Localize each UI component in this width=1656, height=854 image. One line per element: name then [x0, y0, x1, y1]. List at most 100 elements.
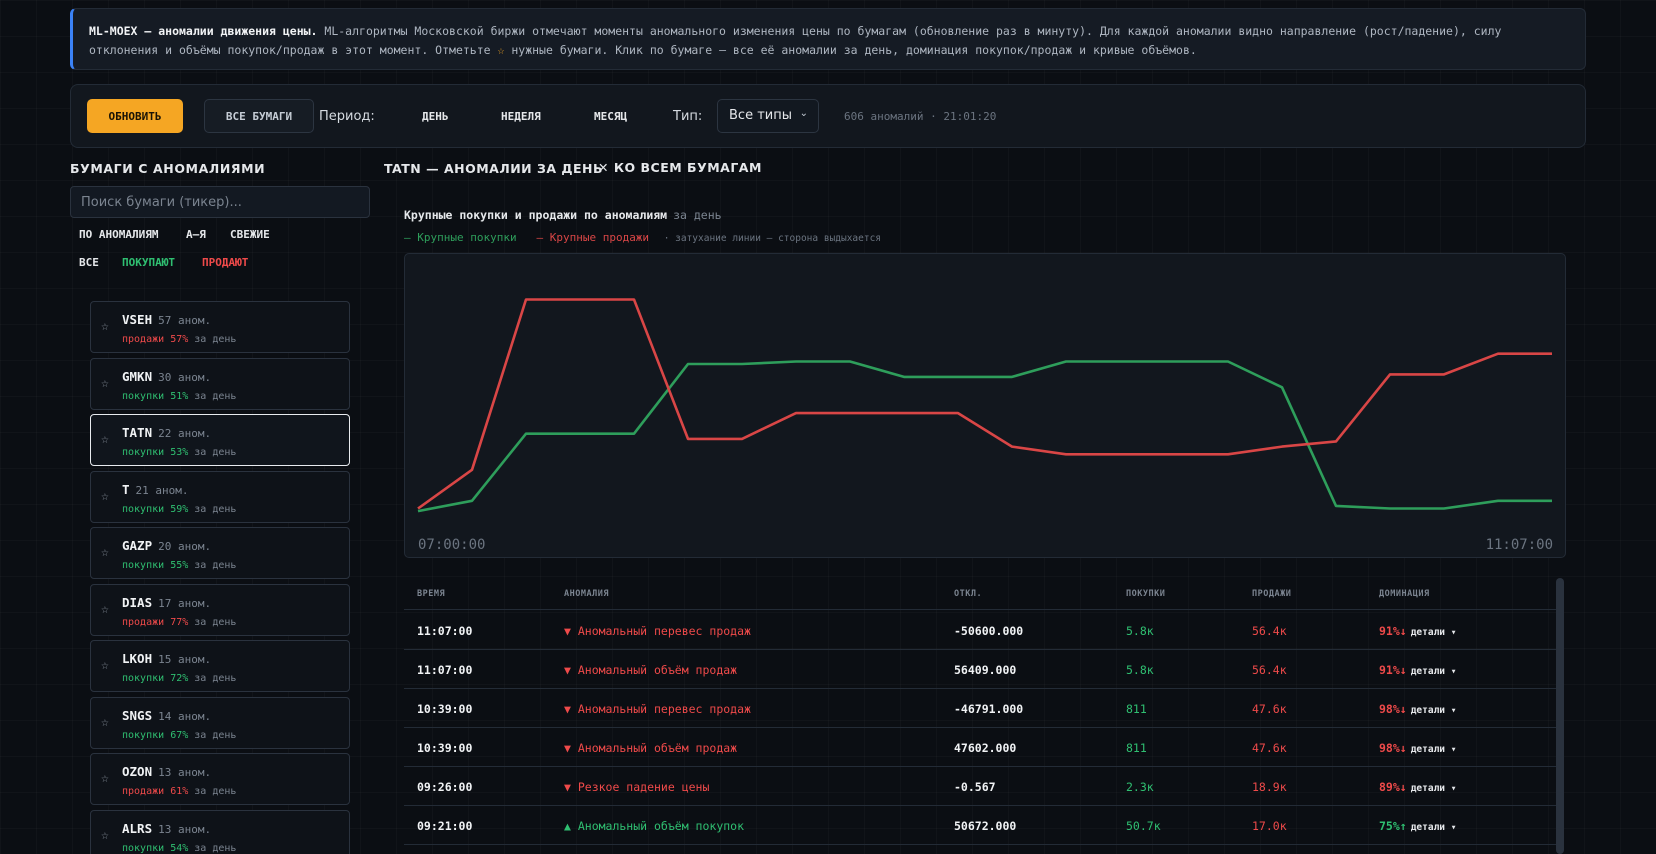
security-dominance: покупки 53% за день — [122, 447, 237, 458]
row-deviation: -50600.000 — [954, 624, 1024, 638]
row-deviation: 50672.000 — [954, 819, 1017, 833]
star-icon[interactable]: ☆ — [101, 828, 109, 843]
star-icon[interactable]: ☆ — [101, 658, 109, 673]
security-item-vseh[interactable]: ☆ VSEH 57 аном. продажи 57% за день — [90, 301, 350, 353]
row-deviation: -0.567 — [954, 780, 996, 794]
security-ticker: GAZP 20 аном. — [122, 538, 212, 553]
filter-all[interactable]: ВСЕ — [79, 256, 99, 269]
security-item-dias[interactable]: ☆ DIAS 17 аном. продажи 77% за день — [90, 583, 350, 636]
table-scrollbar[interactable] — [1556, 578, 1564, 854]
security-ticker: TATN 22 аном. — [122, 425, 212, 440]
series-line-sells — [417, 298, 1552, 510]
sort-alphabetical[interactable]: А–Я — [186, 228, 206, 241]
security-dominance: покупки 51% за день — [122, 390, 237, 402]
refresh-button[interactable]: ОБНОВИТЬ — [87, 99, 183, 133]
security-dominance: покупки 72% за день — [122, 673, 237, 684]
star-icon[interactable]: ☆ — [101, 376, 109, 391]
star-icon[interactable]: ☆ — [101, 602, 109, 617]
row-dominance: 98%↓ детали ▾ — [1379, 702, 1457, 716]
security-item-tatn[interactable]: ☆ TATN 22 аном. покупки 53% за день — [90, 414, 350, 466]
period-month-button[interactable]: МЕСЯЦ — [594, 110, 627, 123]
search-input[interactable] — [70, 186, 370, 218]
type-label: Тип: — [673, 109, 703, 124]
row-dominance: 89%↓ детали ▾ — [1379, 780, 1457, 794]
security-dominance: продажи 77% за день — [122, 616, 237, 628]
row-time: 11:07:00 — [417, 624, 473, 638]
chart-legend: — Крупные покупки — Крупные продажи · за… — [404, 231, 881, 244]
period-week-button[interactable]: НЕДЕЛЯ — [501, 110, 541, 123]
security-ticker: ALRS 13 аном. — [122, 820, 212, 836]
period-day-button[interactable]: ДЕНЬ — [422, 110, 449, 123]
row-sells: 56.4к — [1252, 624, 1287, 638]
row-time: 09:21:00 — [417, 819, 473, 833]
details-button[interactable]: детали ▾ — [1411, 744, 1457, 755]
star-icon[interactable]: ☆ — [101, 319, 109, 334]
row-time: 10:39:00 — [417, 741, 473, 755]
details-button[interactable]: детали ▾ — [1411, 705, 1457, 716]
table-row[interactable]: 11:07:00 ▼ Аномальный объём продаж 56409.0… — [404, 650, 1556, 689]
row-time: 09:26:00 — [417, 780, 473, 794]
star-icon[interactable]: ☆ — [101, 432, 109, 447]
sort-recent[interactable]: СВЕЖИЕ — [230, 228, 270, 241]
security-dominance: продажи 57% за день — [122, 334, 237, 345]
banner-text-end: нужные бумаги. Клик по бумаге — все её а… — [504, 43, 1197, 57]
sort-by-anomalies[interactable]: ПО АНОМАЛИЯМ — [79, 228, 158, 241]
star-icon[interactable]: ☆ — [101, 489, 109, 504]
filter-selling[interactable]: ПРОДАЮТ — [202, 256, 248, 269]
security-dominance: покупки 54% за день — [122, 842, 237, 854]
table-row[interactable]: 10:39:00 ▼ Аномальный перевес продаж -4679… — [404, 689, 1556, 728]
chart-title-text: Крупные покупки и продажи по аномалиям — [404, 208, 668, 222]
row-anomaly: ▼ Резкое падение цены — [564, 780, 710, 794]
row-anomaly: ▼ Аномальный перевес продаж — [564, 624, 751, 638]
security-item-lkoh[interactable]: ☆ LKOH 15 аном. покупки 72% за день — [90, 640, 350, 692]
table-row[interactable]: 09:26:00 ▼ Резкое падение цены -0.567 2.3к 1… — [404, 767, 1556, 806]
col-anomaly: АНОМАЛИЯ — [564, 589, 609, 599]
row-dominance: 98%↓ детали ▾ — [1379, 741, 1457, 755]
x-axis-start-label: 07:00:00 — [418, 537, 486, 553]
star-icon[interactable]: ☆ — [101, 715, 109, 730]
info-banner: ML-MOEX — аномалии движения цены. ML-алг… — [70, 8, 1586, 70]
legend-sell: Крупные продажи — [549, 231, 650, 244]
row-buys: 2.3к — [1126, 780, 1154, 794]
row-buys: 5.8к — [1126, 663, 1154, 677]
star-icon[interactable]: ☆ — [101, 545, 109, 560]
security-item-gmkn[interactable]: ☆ GMKN 30 аном. покупки 51% за день — [90, 357, 350, 410]
row-sells: 17.0к — [1252, 819, 1287, 833]
row-sells: 56.4к — [1252, 663, 1287, 677]
row-deviation: 56409.000 — [954, 663, 1017, 677]
security-ticker: DIAS 17 аном. — [122, 594, 212, 610]
chevron-down-icon: ⌄ — [799, 108, 808, 119]
legend-note: · затухание линии — сторона выдыхается — [663, 233, 882, 244]
row-dominance: 75%↑ детали ▾ — [1379, 819, 1457, 833]
legend-sell-icon: — — [536, 231, 544, 244]
banner-title: ML-MOEX — аномалии движения цены. — [89, 24, 318, 38]
chart-subtitle: за день — [673, 208, 722, 222]
table-row[interactable]: 11:07:00 ▼ Аномальный перевес продаж -5060… — [404, 611, 1556, 650]
star-icon[interactable]: ☆ — [101, 771, 109, 786]
security-item-alrs[interactable]: ☆ ALRS 13 аном. покупки 54% за день — [90, 809, 350, 854]
security-item-ozon[interactable]: ☆ OZON 13 аном. продажи 61% за день — [90, 753, 350, 805]
row-dominance: 91%↓ детали ▾ — [1379, 663, 1457, 677]
details-button[interactable]: детали ▾ — [1411, 627, 1457, 638]
security-item-t[interactable]: ☆ T 21 аном. покупки 59% за день — [90, 470, 350, 523]
filter-buying[interactable]: ПОКУПАЮТ — [122, 256, 175, 269]
row-anomaly: ▼ Аномальный перевес продаж — [564, 702, 751, 716]
table-row[interactable]: 10:39:00 ▼ Аномальный объём продаж 47602.0… — [404, 728, 1556, 767]
row-sells: 47.6к — [1252, 741, 1287, 755]
back-to-all-button[interactable]: ✕ КО ВСЕМ БУМАГАМ — [598, 160, 762, 175]
table-header: ВРЕМЯ АНОМАЛИЯ ОТКЛ. ПОКУПКИ ПРОДАЖИ ДОМ… — [404, 578, 1556, 610]
details-button[interactable]: детали ▾ — [1411, 666, 1457, 677]
details-button[interactable]: детали ▾ — [1411, 822, 1457, 833]
security-item-gazp[interactable]: ☆ GAZP 20 аном. покупки 55% за день — [90, 527, 350, 579]
all-securities-button[interactable]: ВСЕ БУМАГИ — [204, 99, 314, 133]
details-button[interactable]: детали ▾ — [1411, 783, 1457, 794]
legend-buy: Крупные покупки — [417, 231, 517, 244]
security-item-sngs[interactable]: ☆ SNGS 14 аном. покупки 67% за день — [90, 696, 350, 749]
toolbar: ОБНОВИТЬ ВСЕ БУМАГИ Период: ДЕНЬ НЕДЕЛЯ … — [70, 84, 1586, 148]
row-buys: 5.8к — [1126, 624, 1154, 638]
table-row[interactable]: 09:21:00 ▲ Аномальный объём покупок 50672.… — [404, 806, 1556, 845]
row-time: 11:07:00 — [417, 663, 473, 677]
x-axis-end-label: 11:07:00 — [1485, 537, 1553, 553]
type-select[interactable]: Все типы ⌄ — [717, 99, 819, 133]
col-dominance: ДОМИНАЦИЯ — [1379, 589, 1430, 599]
